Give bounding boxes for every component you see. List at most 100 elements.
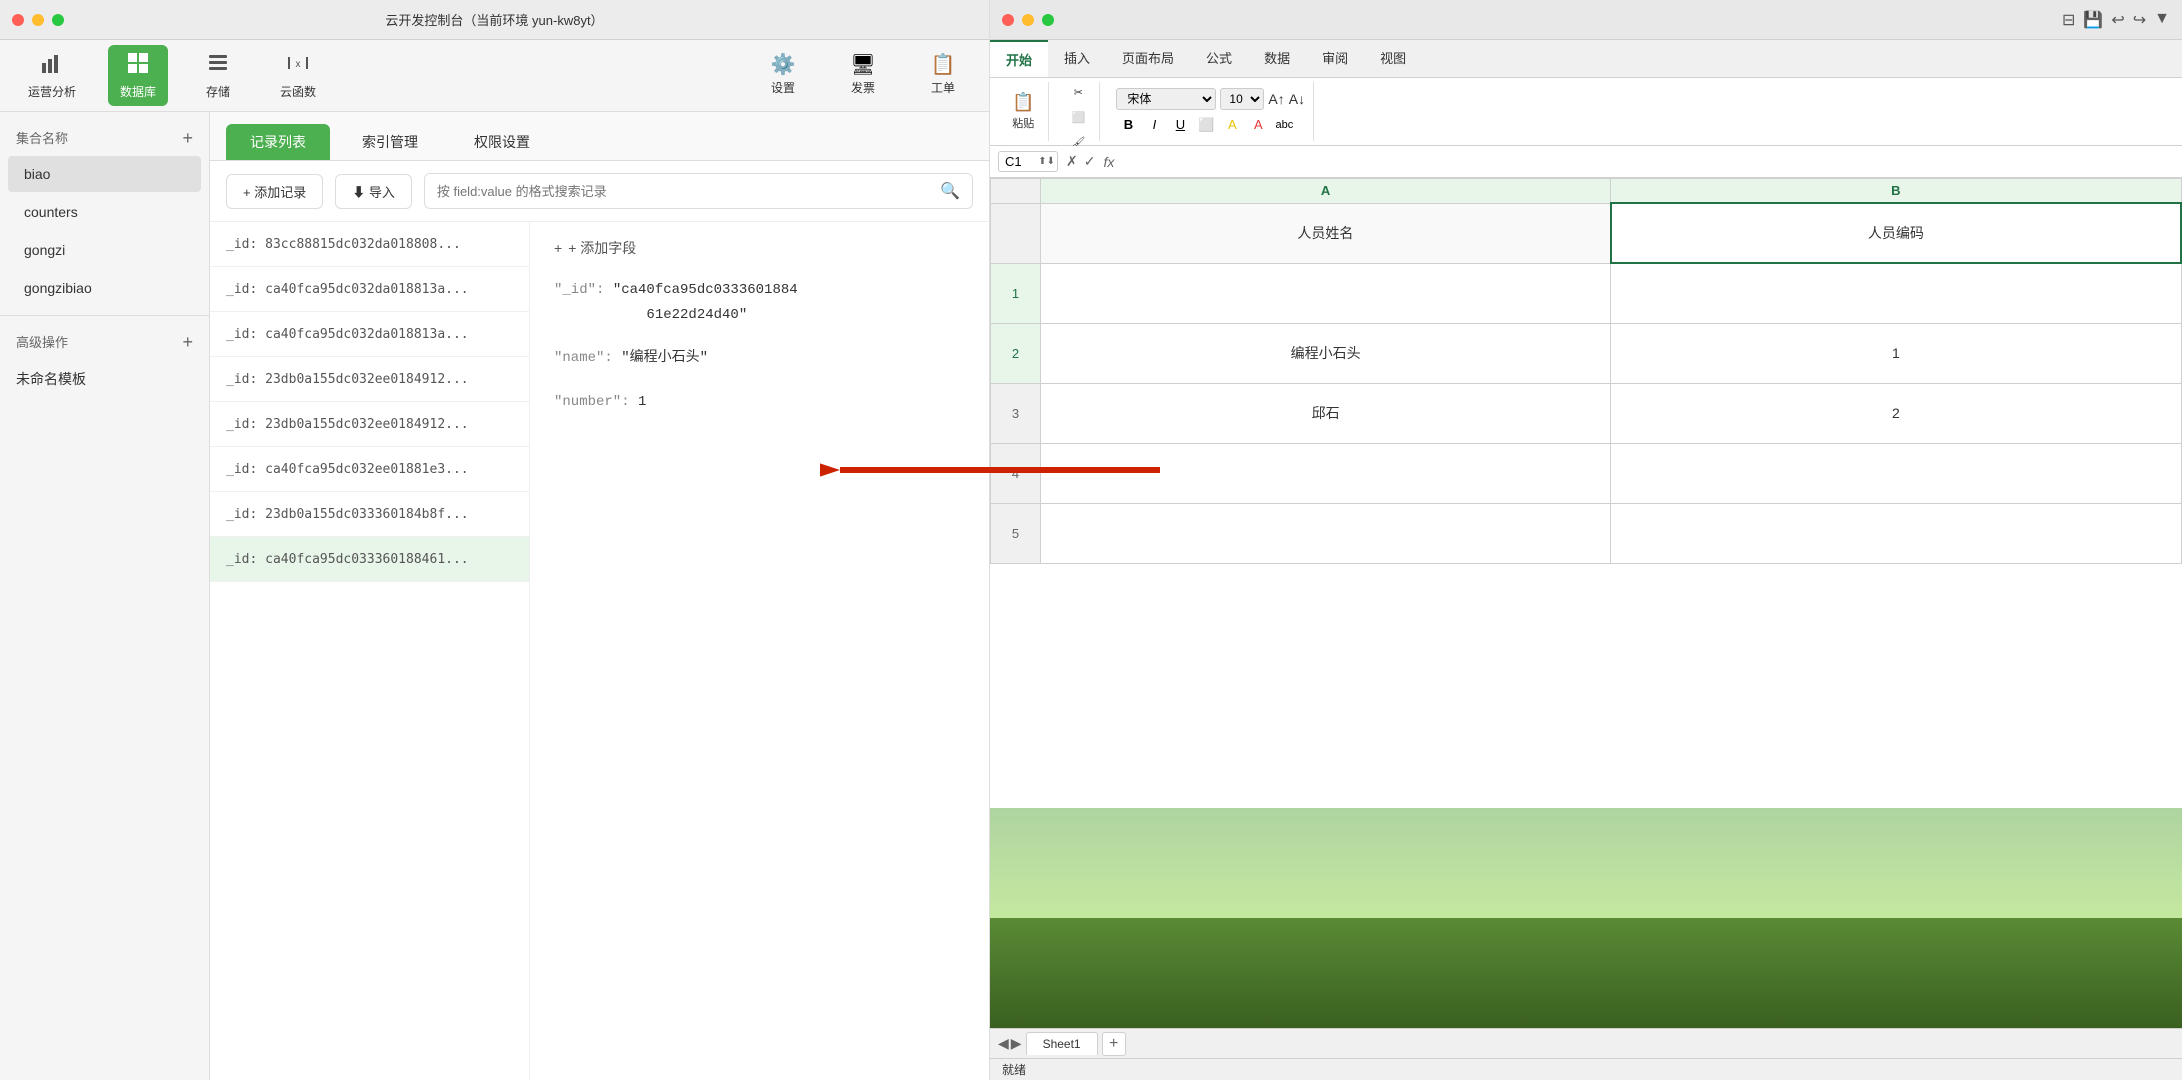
cell-ref-arrows[interactable]: ⬆⬇	[1038, 156, 1055, 167]
font-color-btn[interactable]: A	[1246, 114, 1270, 136]
cell-a1[interactable]	[1041, 263, 1611, 323]
col-header-a[interactable]: A	[1041, 179, 1611, 204]
excel-tab-insert[interactable]: 插入	[1048, 40, 1106, 77]
cloudfunc-label: 云函数	[280, 83, 316, 100]
record-item-5[interactable]: _id: ca40fca95dc032ee01881e3...	[210, 447, 529, 492]
excel-tab-formula[interactable]: 公式	[1190, 40, 1248, 77]
formula-cross-icon[interactable]: ✓	[1084, 153, 1096, 170]
sheet-nav-arrows[interactable]: ◀ ▶	[998, 1035, 1022, 1052]
workorder-label: 工单	[931, 79, 955, 96]
excel-tab-home[interactable]: 开始	[990, 40, 1048, 77]
excel-icon-3[interactable]: ↩	[2111, 10, 2124, 30]
add-record-btn[interactable]: + 添加记录	[226, 174, 323, 209]
excel-icon-2[interactable]: 💾	[2083, 10, 2103, 30]
excel-min-btn[interactable]	[1022, 14, 1034, 26]
invoice-icon: 🖥	[850, 55, 875, 75]
toolbar-invoice[interactable]: 🖥 发票	[833, 49, 893, 102]
maximize-button[interactable]	[52, 14, 64, 26]
db-panel: 记录列表 索引管理 权限设置 + 添加记录 ⬇ 导入	[210, 112, 989, 1080]
abc-btn[interactable]: abc	[1272, 114, 1296, 136]
cut-btn[interactable]: ✂	[1068, 82, 1089, 103]
settings-icon: ⚙️	[771, 55, 796, 75]
fill-btn[interactable]: A	[1220, 114, 1244, 136]
excel-icon-5[interactable]: ▼	[2154, 10, 2170, 30]
italic-btn[interactable]: I	[1142, 114, 1166, 136]
search-input[interactable]	[437, 184, 932, 199]
col-header-b[interactable]: B	[1611, 179, 2181, 204]
table-row: 3 邱石 2	[991, 383, 2182, 443]
sidebar-add-collection-btn[interactable]: +	[182, 129, 193, 147]
sidebar-item-gongzi[interactable]: gongzi	[8, 232, 201, 268]
tab-records[interactable]: 记录列表	[226, 124, 330, 160]
sidebar-item-counters[interactable]: counters	[8, 194, 201, 230]
record-item-1[interactable]: _id: ca40fca95dc032da018813a...	[210, 267, 529, 312]
search-box[interactable]: 🔍	[424, 173, 973, 209]
font-name-select[interactable]: 宋体	[1116, 88, 1216, 110]
excel-tab-view[interactable]: 视图	[1364, 40, 1422, 77]
cell-a-header[interactable]: 人员姓名	[1041, 203, 1611, 263]
font-shrink-icon[interactable]: A↓	[1289, 91, 1305, 107]
sidebar-template[interactable]: 未命名模板	[0, 359, 209, 399]
cell-b2[interactable]: 1	[1611, 323, 2181, 383]
record-detail: + + 添加字段 "_id": "ca40fca95dc0333601884 6…	[530, 222, 989, 1080]
cell-b3[interactable]: 2	[1611, 383, 2181, 443]
record-item-7[interactable]: _id: ca40fca95dc033360188461...	[210, 537, 529, 582]
cell-b-header[interactable]: 人员编码	[1611, 203, 2181, 263]
sheet-tab-1[interactable]: Sheet1	[1026, 1032, 1098, 1055]
excel-tab-layout[interactable]: 页面布局	[1106, 40, 1190, 77]
cell-a2[interactable]: 编程小石头	[1041, 323, 1611, 383]
cell-b1[interactable]	[1611, 263, 2181, 323]
font-size-select[interactable]: 10	[1220, 88, 1264, 110]
cell-b4[interactable]	[1611, 443, 2181, 503]
toolbar-workorder[interactable]: 📋 工单	[913, 49, 973, 102]
record-item-4[interactable]: _id: 23db0a155dc032ee0184912...	[210, 402, 529, 447]
table-row: 1	[991, 263, 2182, 323]
tab-permissions[interactable]: 权限设置	[450, 124, 554, 160]
formula-check-icon[interactable]: ✗	[1066, 153, 1078, 170]
sidebar-item-gongzibiao[interactable]: gongzibiao	[8, 270, 201, 306]
record-item-0[interactable]: _id: 83cc88815dc032da018808...	[210, 222, 529, 267]
close-button[interactable]	[12, 14, 24, 26]
copy-btn[interactable]: ⬜	[1066, 107, 1092, 128]
cloud-console-panel: 云开发控制台（当前环境 yun-kw8yt） 运营分析 数据库 存储 x 云函数	[0, 0, 990, 1080]
cell-a5[interactable]	[1041, 503, 1611, 563]
sheet-nav-left[interactable]: ◀	[998, 1035, 1009, 1052]
cell-b5[interactable]	[1611, 503, 2181, 563]
excel-grid[interactable]: A B 人员姓名 人员编码 1	[990, 178, 2182, 808]
sidebar-item-biao[interactable]: biao	[8, 156, 201, 192]
paste-btn[interactable]: 📋 粘贴	[1006, 88, 1040, 135]
toolbar-cloudfunc[interactable]: x 云函数	[268, 45, 328, 106]
toolbar-database[interactable]: 数据库	[108, 45, 168, 106]
analytics-label: 运营分析	[28, 83, 76, 100]
table-row: 人员姓名 人员编码	[991, 203, 2182, 263]
import-btn[interactable]: ⬇ 导入	[335, 174, 412, 209]
bold-btn[interactable]: B	[1116, 114, 1140, 136]
record-item-2[interactable]: _id: ca40fca95dc032da018813a...	[210, 312, 529, 357]
cell-a4[interactable]	[1041, 443, 1611, 503]
underline-btn[interactable]: U	[1168, 114, 1192, 136]
main-toolbar: 运营分析 数据库 存储 x 云函数 ⚙️ 设置 🖥	[0, 40, 989, 112]
add-field-btn[interactable]: + + 添加字段	[554, 238, 965, 258]
sidebar-advanced-add-btn[interactable]: +	[182, 333, 193, 351]
search-icon: 🔍	[940, 181, 960, 201]
font-grow-icon[interactable]: A↑	[1268, 91, 1284, 107]
minimize-button[interactable]	[32, 14, 44, 26]
record-item-3[interactable]: _id: 23db0a155dc032ee0184912...	[210, 357, 529, 402]
excel-max-btn[interactable]	[1042, 14, 1054, 26]
excel-icon-4[interactable]: ↪	[2133, 10, 2146, 30]
toolbar-analytics[interactable]: 运营分析	[16, 45, 88, 106]
sheet-add-btn[interactable]: +	[1102, 1032, 1126, 1056]
excel-icon-1[interactable]: ⊟	[2062, 10, 2075, 30]
tab-index[interactable]: 索引管理	[338, 124, 442, 160]
toolbar-storage[interactable]: 存储	[188, 45, 248, 106]
spreadsheet-table: A B 人员姓名 人员编码 1	[990, 178, 2182, 564]
excel-close-btn[interactable]	[1002, 14, 1014, 26]
border-btn[interactable]: ⬜	[1194, 114, 1218, 136]
excel-tab-data[interactable]: 数据	[1248, 40, 1306, 77]
sheet-nav-right[interactable]: ▶	[1011, 1035, 1022, 1052]
cell-a3[interactable]: 邱石	[1041, 383, 1611, 443]
record-item-6[interactable]: _id: 23db0a155dc033360184b8f...	[210, 492, 529, 537]
excel-tab-review[interactable]: 审阅	[1306, 40, 1364, 77]
toolbar-settings[interactable]: ⚙️ 设置	[753, 49, 813, 102]
ground-area	[990, 918, 2182, 1028]
